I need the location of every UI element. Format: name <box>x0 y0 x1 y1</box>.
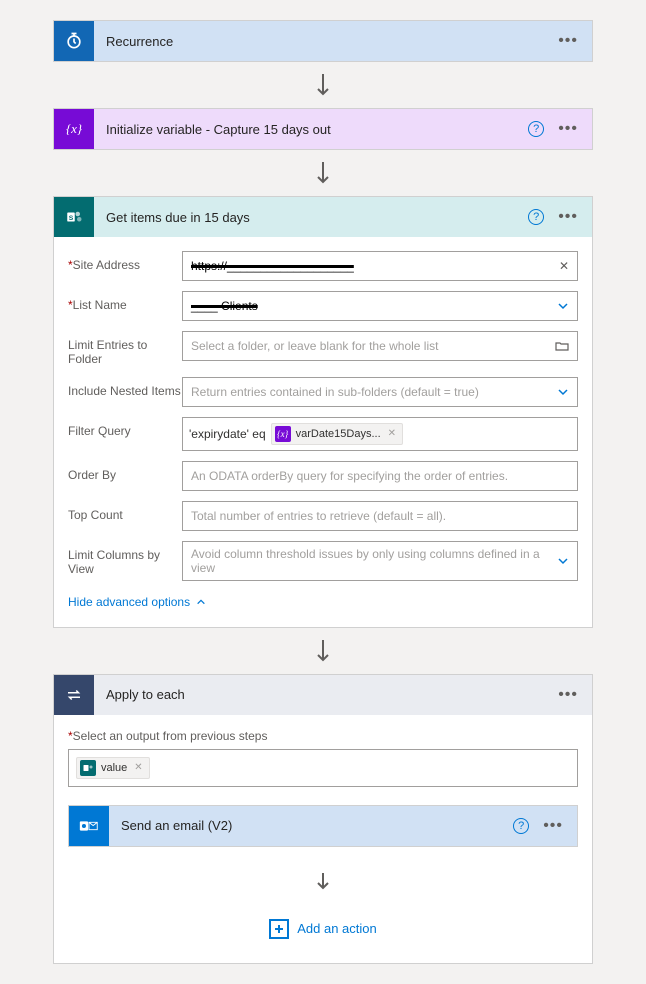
list-name-select[interactable]: ____ Clients <box>182 291 578 321</box>
hide-advanced-link[interactable]: Hide advanced options <box>68 595 206 609</box>
field-label: Filter Query <box>68 417 182 438</box>
more-icon[interactable]: ••• <box>543 818 563 834</box>
step-header[interactable]: S Get items due in 15 days ? ••• <box>54 197 592 237</box>
step-title: Initialize variable - Capture 15 days ou… <box>94 122 528 137</box>
expression-token[interactable]: {x} varDate15Days... ✕ <box>271 423 403 445</box>
arrow-connector <box>53 628 593 674</box>
arrow-connector <box>53 150 593 196</box>
step-get-items: S Get items due in 15 days ? ••• *Site A… <box>53 196 593 628</box>
field-label: Include Nested Items <box>68 377 182 398</box>
variable-icon: {x} <box>275 426 291 442</box>
sharepoint-icon <box>80 760 96 776</box>
field-label: Order By <box>68 461 182 482</box>
output-input[interactable]: value ✕ <box>68 749 578 787</box>
field-top-count: Top Count Total number of entries to ret… <box>68 501 578 531</box>
value-token[interactable]: value ✕ <box>76 757 150 779</box>
filter-query-input[interactable]: 'expirydate' eq {x} varDate15Days... ✕ <box>182 417 578 451</box>
step-recurrence: Recurrence ••• <box>53 20 593 62</box>
folder-icon[interactable] <box>555 340 569 352</box>
field-filter-query: Filter Query 'expirydate' eq {x} varDate… <box>68 417 578 451</box>
add-action-button[interactable]: Add an action <box>68 901 578 949</box>
field-label: Limit Entries to Folder <box>68 331 182 367</box>
step-title: Get items due in 15 days <box>94 210 528 225</box>
chevron-down-icon <box>557 300 569 312</box>
loop-icon <box>54 675 94 715</box>
chevron-down-icon <box>557 555 569 567</box>
svg-text:S: S <box>69 215 74 222</box>
step-title: Recurrence <box>94 34 558 49</box>
step-header[interactable]: Apply to each ••• <box>54 675 592 715</box>
top-count-input[interactable]: Total number of entries to retrieve (def… <box>182 501 578 531</box>
step-title: Send an email (V2) <box>109 818 513 833</box>
add-icon <box>269 919 289 939</box>
arrow-connector <box>53 62 593 108</box>
field-label: Limit Columns by View <box>68 541 182 577</box>
step-body: *Select an output from previous steps va… <box>54 715 592 963</box>
order-by-input[interactable]: An ODATA orderBy query for specifying th… <box>182 461 578 491</box>
field-label: *List Name <box>68 291 182 312</box>
include-nested-select[interactable]: Return entries contained in sub-folders … <box>182 377 578 407</box>
sharepoint-icon: S <box>54 197 94 237</box>
clock-icon <box>54 21 94 61</box>
chevron-up-icon <box>196 597 206 607</box>
field-label: Top Count <box>68 501 182 522</box>
remove-token-icon[interactable]: ✕ <box>134 762 142 773</box>
site-address-input[interactable]: https://___________________ ✕ <box>182 251 578 281</box>
field-site-address: *Site Address https://__________________… <box>68 251 578 281</box>
step-header[interactable]: Send an email (V2) ? ••• <box>69 806 577 846</box>
help-icon[interactable]: ? <box>528 209 544 225</box>
more-icon[interactable]: ••• <box>558 209 578 225</box>
help-icon[interactable]: ? <box>513 818 529 834</box>
more-icon[interactable]: ••• <box>558 687 578 703</box>
step-initialize-variable: {x} Initialize variable - Capture 15 day… <box>53 108 593 150</box>
field-include-nested: Include Nested Items Return entries cont… <box>68 377 578 407</box>
step-title: Apply to each <box>94 687 558 702</box>
outlook-icon <box>69 806 109 846</box>
field-limit-folder: Limit Entries to Folder Select a folder,… <box>68 331 578 367</box>
more-icon[interactable]: ••• <box>558 121 578 137</box>
help-icon[interactable]: ? <box>528 121 544 137</box>
step-header[interactable]: Recurrence ••• <box>54 21 592 61</box>
step-header[interactable]: {x} Initialize variable - Capture 15 day… <box>54 109 592 149</box>
arrow-connector <box>68 861 578 901</box>
step-send-email: Send an email (V2) ? ••• <box>68 805 578 847</box>
step-body: *Site Address https://__________________… <box>54 237 592 627</box>
field-list-name: *List Name ____ Clients <box>68 291 578 321</box>
more-icon[interactable]: ••• <box>558 33 578 49</box>
step-apply-to-each: Apply to each ••• *Select an output from… <box>53 674 593 964</box>
remove-token-icon[interactable]: ✕ <box>388 428 396 439</box>
field-order-by: Order By An ODATA orderBy query for spec… <box>68 461 578 491</box>
clear-icon[interactable]: ✕ <box>559 259 569 273</box>
limit-columns-select[interactable]: Avoid column threshold issues by only us… <box>182 541 578 581</box>
chevron-down-icon <box>557 386 569 398</box>
field-label: *Site Address <box>68 251 182 272</box>
variable-icon: {x} <box>54 109 94 149</box>
limit-folder-input[interactable]: Select a folder, or leave blank for the … <box>182 331 578 361</box>
field-limit-columns: Limit Columns by View Avoid column thres… <box>68 541 578 581</box>
output-label: *Select an output from previous steps <box>68 729 578 743</box>
